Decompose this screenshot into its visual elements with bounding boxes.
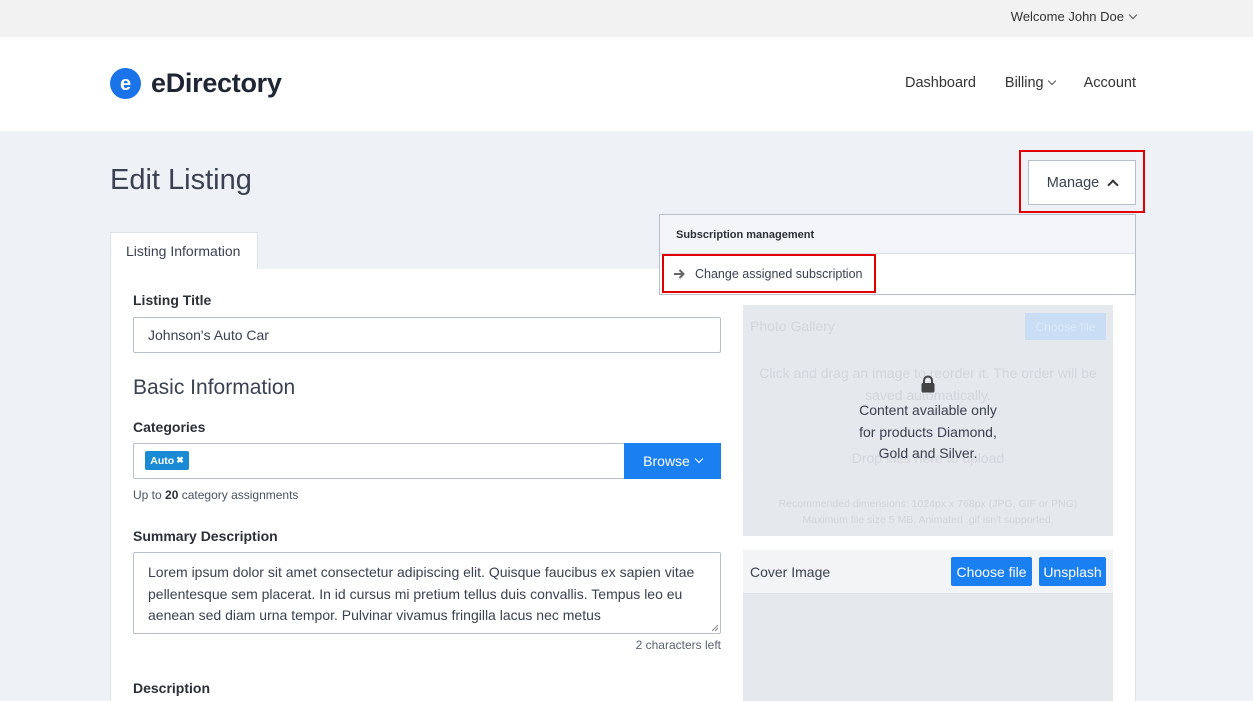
hint-count: 20 bbox=[165, 488, 179, 502]
summary-description-textarea[interactable]: Lorem ipsum dolor sit amet consectetur a… bbox=[133, 552, 721, 634]
basic-information-title: Basic Information bbox=[133, 376, 296, 399]
cover-image-panel: Cover Image Choose file Unsplash bbox=[743, 550, 1113, 701]
page-title: Edit Listing bbox=[110, 164, 252, 196]
category-tag-label: Auto bbox=[150, 454, 175, 467]
tab-label: Listing Information bbox=[126, 243, 241, 259]
locked-line-1: Content available only bbox=[859, 402, 997, 418]
nav-dashboard-label: Dashboard bbox=[904, 75, 976, 91]
chevron-down-icon bbox=[694, 454, 704, 464]
hint-prefix: Up to bbox=[133, 488, 166, 502]
change-subscription-highlight-box bbox=[662, 254, 876, 293]
site-header: e eDirectory Dashboard Billing Account bbox=[0, 37, 1253, 131]
manage-highlight-box bbox=[1019, 150, 1145, 213]
category-tag-auto[interactable]: Auto ✖ bbox=[145, 451, 189, 470]
locked-line-3: Gold and Silver. bbox=[878, 445, 978, 461]
listing-title-input[interactable]: Johnson's Auto Car bbox=[133, 317, 721, 353]
unsplash-label: Unsplash bbox=[1043, 563, 1102, 580]
browse-label: Browse bbox=[643, 453, 690, 469]
logo-text: eDirectory bbox=[151, 68, 282, 98]
cover-choose-file-button[interactable]: Choose file bbox=[951, 557, 1032, 586]
logo-icon: e bbox=[110, 68, 141, 99]
cover-image-header: Cover Image Choose file Unsplash bbox=[743, 550, 1113, 594]
cover-choose-file-label: Choose file bbox=[956, 563, 1027, 580]
locked-overlay: Content available only for products Diam… bbox=[743, 305, 1113, 536]
photo-gallery-locked: Photo Gallery Choose file Click and drag… bbox=[743, 305, 1113, 536]
description-label: Description bbox=[133, 680, 211, 696]
browse-button[interactable]: Browse bbox=[624, 443, 721, 479]
categories-label: Categories bbox=[133, 419, 206, 435]
user-menu[interactable]: Welcome John Doe bbox=[1010, 9, 1138, 24]
tab-listing-information[interactable]: Listing Information bbox=[110, 232, 258, 270]
cover-image-title: Cover Image bbox=[750, 564, 831, 580]
chevron-down-icon bbox=[1047, 76, 1056, 86]
chevron-down-icon bbox=[1128, 10, 1138, 19]
locked-message: Content available only for products Diam… bbox=[828, 400, 1028, 465]
logo[interactable]: e eDirectory bbox=[110, 68, 282, 99]
remove-tag-icon[interactable]: ✖ bbox=[176, 455, 184, 466]
nav-account-label: Account bbox=[1083, 75, 1136, 91]
hint-suffix: category assignments bbox=[178, 488, 299, 502]
listing-title-label: Listing Title bbox=[133, 292, 212, 308]
nav-billing[interactable]: Billing bbox=[1004, 75, 1056, 91]
nav-account[interactable]: Account bbox=[1084, 75, 1136, 91]
welcome-text: Welcome John Doe bbox=[1010, 9, 1124, 24]
top-bar: Welcome John Doe bbox=[0, 0, 1253, 37]
summary-description-value: Lorem ipsum dolor sit amet consectetur a… bbox=[148, 564, 695, 623]
dropdown-header: Subscription management bbox=[660, 215, 1135, 254]
main-nav: Dashboard Billing Account bbox=[905, 75, 1136, 91]
summary-description-label: Summary Description bbox=[133, 528, 278, 544]
category-limit-hint: Up to 20 category assignments bbox=[133, 488, 298, 502]
nav-dashboard[interactable]: Dashboard bbox=[905, 75, 976, 91]
listing-title-value: Johnson's Auto Car bbox=[148, 327, 269, 343]
locked-line-2: for products Diamond, bbox=[859, 423, 997, 440]
lock-icon bbox=[921, 375, 935, 393]
unsplash-button[interactable]: Unsplash bbox=[1039, 557, 1106, 586]
characters-left: 2 characters left bbox=[635, 638, 721, 652]
resize-handle-icon[interactable] bbox=[711, 624, 719, 632]
categories-input[interactable] bbox=[133, 443, 625, 479]
nav-billing-label: Billing bbox=[1004, 75, 1044, 91]
